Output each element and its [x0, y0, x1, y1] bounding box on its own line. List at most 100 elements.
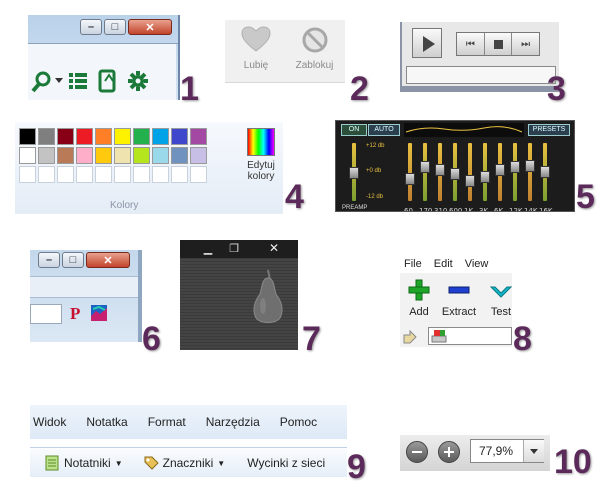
- callout-2: 2: [350, 70, 369, 108]
- row3-swatch-9[interactable]: [171, 166, 188, 183]
- eq-band-slider-600[interactable]: [450, 143, 460, 201]
- eq-band-label-1K: 1K: [464, 207, 474, 212]
- close-button[interactable]: ✕: [128, 19, 172, 35]
- row1-swatch-5[interactable]: [95, 128, 112, 145]
- address-field[interactable]: [30, 304, 62, 324]
- path-field[interactable]: [428, 327, 512, 345]
- zoom-in-button[interactable]: [438, 441, 460, 463]
- device-icon[interactable]: [98, 69, 118, 93]
- eq-band-knob: [525, 160, 535, 172]
- dark-restore-button[interactable]: ❐: [224, 242, 244, 256]
- block-button[interactable]: Zablokuj: [287, 25, 342, 79]
- zoom-dropdown-button[interactable]: [523, 440, 544, 462]
- zoom-out-button[interactable]: [406, 441, 428, 463]
- gear-icon[interactable]: [127, 70, 149, 92]
- eq-band-slider-6K[interactable]: [495, 143, 505, 201]
- row2-swatch-4[interactable]: [76, 147, 93, 164]
- dark-close-button[interactable]: ✕: [264, 241, 284, 255]
- row2-swatch-1[interactable]: [19, 147, 36, 164]
- row1-swatch-8[interactable]: [152, 128, 169, 145]
- row1-swatch-7[interactable]: [133, 128, 150, 145]
- like-button[interactable]: Lubię: [235, 25, 277, 79]
- row2-swatch-2[interactable]: [38, 147, 55, 164]
- eq-band-slider-14K[interactable]: [525, 143, 535, 201]
- dark-minimize-button[interactable]: ▁: [198, 242, 218, 256]
- eq-band-slider-170[interactable]: [420, 143, 430, 201]
- maximize-icon-2: □: [69, 254, 77, 266]
- menu-notatka[interactable]: Notatka: [86, 415, 127, 429]
- menu-pomoc[interactable]: Pomoc: [280, 415, 317, 429]
- row1-swatch-4[interactable]: [76, 128, 93, 145]
- notes-toolbar: Notatniki ▼ Znaczniki ▼ Wycinki z sieci: [30, 447, 347, 477]
- pear-logo-icon: [253, 269, 283, 323]
- maximize-button-2[interactable]: □: [62, 252, 84, 268]
- minimize-button[interactable]: –: [80, 19, 102, 35]
- zoom-select[interactable]: 77,9%: [470, 439, 544, 463]
- callout-9: 9: [347, 448, 366, 486]
- row2-swatch-5[interactable]: [95, 147, 112, 164]
- maximize-button[interactable]: □: [104, 19, 126, 35]
- row2-swatch-8[interactable]: [152, 147, 169, 164]
- eq-band-slider-1K[interactable]: [465, 143, 475, 201]
- edit-colors-button[interactable]: Edytuj kolory: [240, 128, 282, 194]
- next-icon: ⏭: [521, 38, 531, 50]
- row1-swatch-2[interactable]: [38, 128, 55, 145]
- row1-swatch-10[interactable]: [190, 128, 207, 145]
- menu-file[interactable]: File: [404, 258, 422, 270]
- menu-narzedzia[interactable]: Narzędzia: [206, 415, 260, 429]
- row3-swatch-1[interactable]: [19, 166, 36, 183]
- row3-swatch-3[interactable]: [57, 166, 74, 183]
- row3-swatch-2[interactable]: [38, 166, 55, 183]
- row1-swatch-6[interactable]: [114, 128, 131, 145]
- menu-edit[interactable]: Edit: [434, 258, 453, 270]
- row3-swatch-5[interactable]: [95, 166, 112, 183]
- row2-swatch-9[interactable]: [171, 147, 188, 164]
- row1-swatch-1[interactable]: [19, 128, 36, 145]
- eq-band-knob: [465, 175, 475, 187]
- eq-band-slider-3K[interactable]: [480, 143, 490, 201]
- menu-format[interactable]: Format: [148, 415, 186, 429]
- stop-button[interactable]: [485, 33, 513, 55]
- row1-swatch-3[interactable]: [57, 128, 74, 145]
- row2-swatch-10[interactable]: [190, 147, 207, 164]
- extract-button[interactable]: Extract: [438, 279, 480, 318]
- row3-swatch-4[interactable]: [76, 166, 93, 183]
- notebooks-button[interactable]: Notatniki ▼: [44, 455, 123, 471]
- previous-button[interactable]: ⏮: [457, 33, 485, 55]
- dropdown-arrow-icon[interactable]: [55, 78, 63, 83]
- play-button[interactable]: [412, 28, 442, 58]
- row2-swatch-7[interactable]: [133, 147, 150, 164]
- callout-1: 1: [180, 70, 199, 108]
- list-icon[interactable]: [68, 71, 88, 91]
- row2-swatch-6[interactable]: [114, 147, 131, 164]
- close-button-2[interactable]: ✕: [86, 252, 130, 268]
- search-tool-icon[interactable]: [30, 70, 54, 94]
- eq-band-slider-310[interactable]: [435, 143, 445, 201]
- edit-colors-label-1: Edytuj: [247, 160, 275, 171]
- add-button[interactable]: Add: [404, 279, 434, 318]
- web-clips-button[interactable]: Wycinki z sieci: [247, 456, 325, 470]
- tags-button[interactable]: Znaczniki ▼: [143, 455, 225, 471]
- up-folder-button[interactable]: [402, 329, 424, 345]
- extension-icon[interactable]: [90, 304, 108, 322]
- callout-6: 6: [142, 320, 161, 358]
- eq-band-slider-60[interactable]: [405, 143, 415, 201]
- row3-swatch-10[interactable]: [190, 166, 207, 183]
- row3-swatch-8[interactable]: [152, 166, 169, 183]
- check-icon: [489, 286, 512, 298]
- row1-swatch-9[interactable]: [171, 128, 188, 145]
- menu-view[interactable]: View: [465, 258, 489, 270]
- panel-notes-app: Widok Notatka Format Narzędzia Pomoc Not…: [30, 405, 347, 477]
- eq-band-slider-12K[interactable]: [510, 143, 520, 201]
- seek-bar[interactable]: [406, 66, 556, 84]
- test-button[interactable]: Test: [486, 279, 512, 318]
- row2-swatch-3[interactable]: [57, 147, 74, 164]
- eq-band-knob: [495, 164, 505, 176]
- next-button[interactable]: ⏭: [512, 33, 539, 55]
- pinterest-icon[interactable]: P: [70, 304, 80, 324]
- eq-band-slider-16K[interactable]: [540, 143, 550, 201]
- minimize-button-2[interactable]: –: [38, 252, 60, 268]
- row3-swatch-6[interactable]: [114, 166, 131, 183]
- row3-swatch-7[interactable]: [133, 166, 150, 183]
- menu-widok[interactable]: Widok: [33, 415, 66, 429]
